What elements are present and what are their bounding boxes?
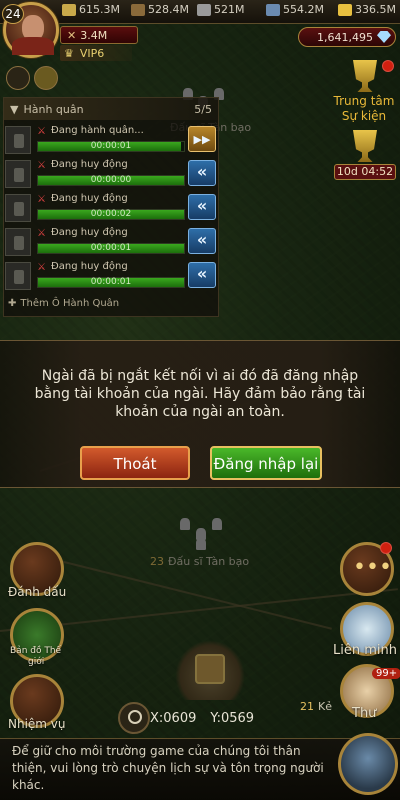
quests-label: Nhiệm vụ	[8, 717, 66, 731]
recall-button[interactable]: «	[188, 160, 216, 186]
mail-badge: 99+	[372, 668, 400, 679]
speedup-button[interactable]: ▶▶	[188, 126, 216, 152]
collapse-triangle-icon: ▼	[10, 102, 19, 116]
recall-icon: «	[196, 196, 208, 215]
crown-icon: ♛	[64, 46, 74, 60]
march-progress-bar: 00:00:01	[37, 243, 185, 254]
recall-button[interactable]: «	[188, 228, 216, 254]
march-timer: 00:00:01	[90, 277, 132, 287]
dialog-message: Ngài đã bị ngắt kết nối vì ai đó đã đăng…	[34, 368, 366, 420]
swords-icon: ✕	[67, 28, 77, 42]
map-marker-ke[interactable]: 21 Kẻ	[300, 700, 332, 713]
exit-button[interactable]: Thoát	[80, 446, 190, 480]
crossed-swords-icon: ⚔	[37, 126, 46, 137]
notification-dot	[382, 60, 394, 72]
march-status: Đang huy động	[51, 193, 128, 204]
world-map-label: Bản đồ Thế giới	[10, 646, 62, 667]
march-row[interactable]: ⚔ Đang hành quân... 00:00:01 ▶▶	[3, 125, 216, 155]
buff-buttons	[6, 66, 58, 90]
notification-dot	[380, 542, 392, 554]
resource-wood[interactable]: 528.4M	[131, 3, 189, 16]
troop-slot-icon	[5, 160, 31, 188]
iron-icon	[266, 3, 280, 16]
buff-icon[interactable]	[6, 66, 30, 90]
march-progress-bar: 00:00:02	[37, 209, 185, 220]
game-screen: Đấu sĩ Tàn bạo 23Đấu sĩ Tàn bạo 615.3M 5…	[0, 0, 400, 800]
march-row[interactable]: ⚔ Đang huy động 00:00:02 «	[3, 193, 216, 223]
recall-icon: «	[196, 264, 208, 283]
gem-balance[interactable]: 1,641,495	[298, 27, 396, 47]
plus-icon: ✚	[8, 298, 17, 309]
event-center[interactable]: Trung tâm Sự kiện 10d 04:52	[330, 60, 400, 180]
crossed-swords-icon: ⚔	[37, 262, 46, 273]
chat-message: Để giữ cho môi trường game của chúng tôi…	[12, 744, 324, 792]
stone-icon	[197, 3, 211, 16]
march-progress-bar: 00:00:01	[37, 277, 185, 288]
march-header[interactable]: ▼ Hành quân 5/5	[4, 98, 218, 120]
coordinates[interactable]: X:0609 Y:0569	[150, 711, 254, 726]
march-row[interactable]: ⚔ Đang huy động 00:00:00 «	[3, 159, 216, 189]
march-row[interactable]: ⚔ Đang huy động 00:00:01 «	[3, 227, 216, 257]
player-level-badge: 24	[2, 4, 24, 24]
gold-icon	[338, 3, 352, 16]
march-progress-bar: 00:00:01	[37, 141, 185, 152]
march-timer: 00:00:01	[90, 141, 132, 151]
vip-badge[interactable]: ♛ VIP6	[60, 45, 132, 61]
player-power[interactable]: ✕ 3.4M	[60, 26, 138, 44]
bookmark-label: Đánh dấu	[8, 585, 67, 599]
mail-label: Thư	[352, 706, 377, 721]
crossed-swords-icon: ⚔	[37, 160, 46, 171]
search-coords-button[interactable]	[118, 702, 150, 734]
troop-slot-icon	[5, 262, 31, 290]
resource-stone[interactable]: 521M	[197, 3, 245, 16]
disconnect-dialog: Ngài đã bị ngắt kết nối vì ai đó đã đăng…	[0, 340, 400, 488]
march-status: Đang hành quân...	[51, 125, 144, 136]
march-progress-bar: 00:00:00	[37, 175, 185, 186]
march-status: Đang huy động	[51, 227, 128, 238]
add-march-slot[interactable]: ✚ Thêm Ô Hành Quân	[8, 298, 119, 309]
troop-slot-icon	[5, 194, 31, 222]
march-timer: 00:00:02	[90, 209, 132, 219]
recall-button[interactable]: «	[188, 262, 216, 288]
resource-gold[interactable]: 336.5M	[338, 3, 396, 16]
city-button[interactable]	[338, 733, 398, 795]
speedup-icon: ▶▶	[193, 133, 211, 146]
resource-iron[interactable]: 554.2M	[266, 3, 324, 16]
march-timer: 00:00:00	[90, 175, 132, 185]
trophy-icon	[353, 130, 377, 162]
march-status: Đang huy động	[51, 159, 128, 170]
troop-slot-icon	[5, 126, 31, 154]
event-timer: 10d 04:52	[334, 164, 396, 180]
recall-icon: «	[196, 230, 208, 249]
dots-icon: •••	[353, 555, 392, 580]
resource-food[interactable]: 615.3M	[62, 3, 120, 16]
relogin-button[interactable]: Đăng nhập lại	[210, 446, 322, 480]
wood-icon	[131, 3, 145, 16]
trophy-icon	[353, 60, 377, 92]
alliance-label: Liên minh	[333, 643, 397, 658]
shield-icon[interactable]	[34, 66, 58, 90]
chat-bar[interactable]: Để giữ cho môi trường game của chúng tôi…	[0, 733, 400, 800]
gem-icon	[377, 31, 391, 43]
troop-slot-icon	[5, 228, 31, 256]
recall-icon: «	[196, 162, 208, 181]
recall-button[interactable]: «	[188, 194, 216, 220]
march-row[interactable]: ⚔ Đang huy động 00:00:01 «	[3, 261, 216, 291]
march-timer: 00:00:01	[90, 243, 132, 253]
crossed-swords-icon: ⚔	[37, 194, 46, 205]
food-icon	[62, 3, 76, 16]
crossed-swords-icon: ⚔	[37, 228, 46, 239]
march-status: Đang huy động	[51, 261, 128, 272]
